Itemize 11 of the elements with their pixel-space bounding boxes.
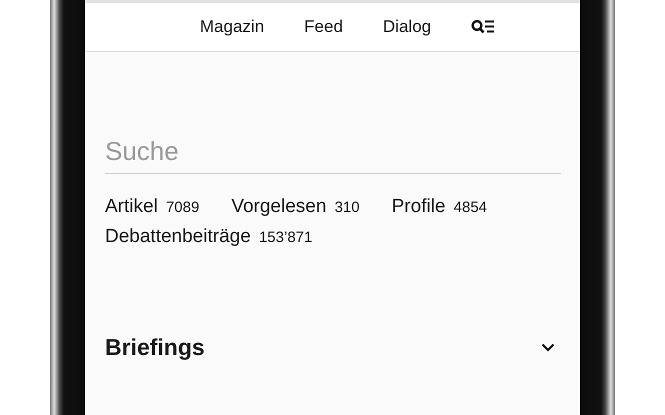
nav-link[interactable]: Dialog xyxy=(382,17,432,37)
chevron-icon[interactable] xyxy=(541,343,555,352)
count-link[interactable]: Debattenbeiträge 153’871 xyxy=(105,226,312,248)
nav-link[interactable]: Magazin xyxy=(200,17,264,37)
count-link[interactable]: Vorgelesen 310 xyxy=(231,196,360,218)
section-title: Briefings xyxy=(105,334,205,361)
search-field[interactable]: Suche xyxy=(105,136,561,174)
count-link[interactable]: Artikel 7089 xyxy=(105,196,200,218)
count-link[interactable]: Profile 4854 xyxy=(392,196,488,218)
nav-link[interactable]: Feed xyxy=(304,17,343,37)
search-list-icon[interactable] xyxy=(471,19,496,35)
